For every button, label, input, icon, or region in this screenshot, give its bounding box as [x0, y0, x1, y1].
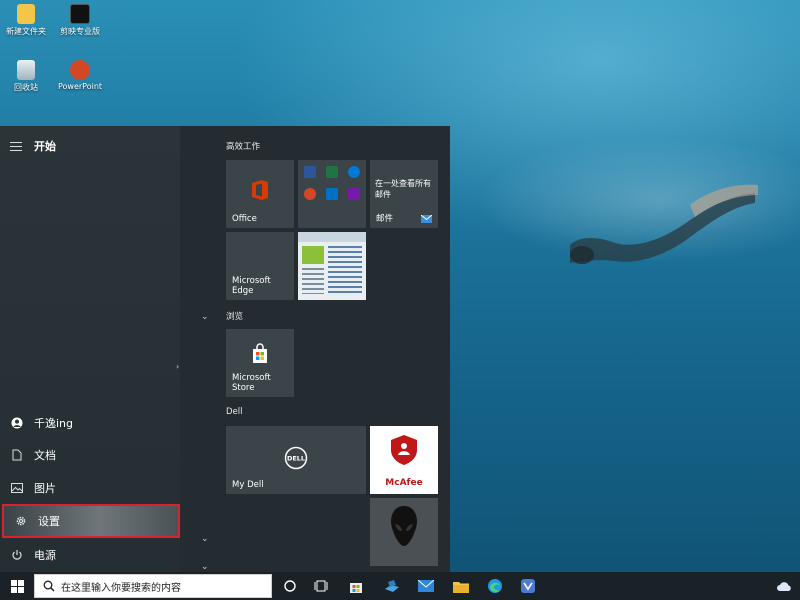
tile-mail[interactable]: 在一处查看所有邮件 邮件	[370, 160, 438, 228]
preview-image	[302, 246, 324, 264]
edge-icon[interactable]	[485, 576, 505, 596]
gear-icon	[14, 514, 28, 528]
windows-start-icon[interactable]	[7, 576, 27, 596]
fileexplorer-icon[interactable]	[382, 576, 402, 596]
powerpoint-icon	[70, 60, 90, 80]
tile-my-dell[interactable]: DELL My Dell	[226, 426, 366, 494]
sidebar-item-power[interactable]: 电源	[0, 540, 180, 570]
desktop-icon-jianying[interactable]: 剪映专业版	[50, 4, 110, 37]
tile-group-label: 浏览	[226, 312, 244, 322]
onenote-icon	[348, 188, 360, 200]
tile-office-apps[interactable]	[298, 160, 366, 228]
task-view-icon[interactable]	[311, 576, 331, 596]
swimmer-image	[570, 184, 758, 264]
tile-mcafee[interactable]: McAfee	[370, 426, 438, 494]
search-icon	[43, 580, 55, 592]
power-icon	[10, 548, 24, 562]
preview-text	[328, 246, 362, 294]
mail-icon	[421, 215, 432, 223]
pictures-icon	[10, 481, 24, 495]
taskbar: 在这里输入你要搜索的内容	[0, 572, 800, 600]
tile-edge[interactable]: Microsoft Edge	[226, 232, 294, 300]
hamburger-menu-icon[interactable]	[10, 142, 22, 151]
jianying-icon	[70, 4, 90, 24]
user-icon	[10, 416, 24, 430]
document-icon	[10, 448, 24, 462]
desktop-icon-powerpoint[interactable]: PowerPoint	[50, 60, 110, 91]
word-icon	[304, 166, 316, 178]
app-icon[interactable]	[518, 576, 538, 596]
taskbar-search-box[interactable]: 在这里输入你要搜索的内容	[34, 574, 272, 598]
chevron-down-icon[interactable]: ⌄	[201, 534, 209, 544]
chevron-down-icon[interactable]: ⌄	[201, 562, 209, 572]
mail-icon[interactable]	[416, 576, 436, 596]
outlook-icon	[326, 188, 338, 200]
svg-text:DELL: DELL	[287, 455, 305, 463]
store-icon	[253, 343, 267, 363]
sidebar-item-label: 千逸ing	[34, 417, 74, 430]
start-menu: 开始 千逸ing 文档 图片 设置 电源 › 高效工作 Office 在一处查看…	[0, 126, 450, 572]
cortana-icon[interactable]	[280, 576, 300, 596]
preview-header	[298, 232, 366, 242]
preview-text	[302, 268, 324, 294]
tile-office[interactable]: Office	[226, 160, 294, 228]
sidebar-item-settings[interactable]: 设置	[2, 504, 180, 538]
store-icon[interactable]	[346, 576, 366, 596]
start-menu-sidebar: 开始 千逸ing 文档 图片 设置 电源	[0, 126, 180, 572]
sidebar-item-label: 文档	[34, 449, 56, 462]
office-icon	[252, 180, 268, 200]
weather-icon[interactable]	[774, 576, 794, 596]
sidebar-item-label: 设置	[38, 515, 60, 528]
collapse-chevron-icon[interactable]: ›	[176, 362, 179, 371]
tile-group-label: 高效工作	[226, 142, 261, 152]
sidebar-item-user[interactable]: 千逸ing	[0, 408, 180, 438]
tile-group-label: Dell	[226, 407, 243, 417]
chevron-down-icon[interactable]: ⌄	[201, 312, 209, 322]
mcafee-shield-icon	[391, 435, 417, 465]
sidebar-item-pictures[interactable]: 图片	[0, 473, 180, 503]
folder-icon[interactable]	[451, 576, 471, 596]
tile-microsoft-store[interactable]: Microsoft Store	[226, 329, 294, 397]
desktop-icon-recycle-bin[interactable]: 回收站	[0, 60, 56, 93]
powerpoint-icon	[304, 188, 316, 200]
tile-news-preview[interactable]	[298, 232, 366, 300]
dell-logo-icon: DELL	[284, 446, 308, 470]
sidebar-item-label: 电源	[34, 549, 56, 562]
onedrive-icon	[348, 166, 360, 178]
sidebar-item-label: 图片	[34, 482, 56, 495]
tile-alienware[interactable]	[370, 498, 438, 566]
sidebar-item-documents[interactable]: 文档	[0, 440, 180, 470]
start-menu-title: 开始	[34, 140, 56, 153]
search-placeholder: 在这里输入你要搜索的内容	[61, 582, 181, 594]
desktop-icon-new-folder[interactable]: 新建文件夹	[0, 4, 56, 37]
recycle-bin-icon	[17, 60, 35, 80]
alien-head-icon	[391, 506, 417, 546]
folder-icon	[17, 4, 35, 24]
excel-icon	[326, 166, 338, 178]
